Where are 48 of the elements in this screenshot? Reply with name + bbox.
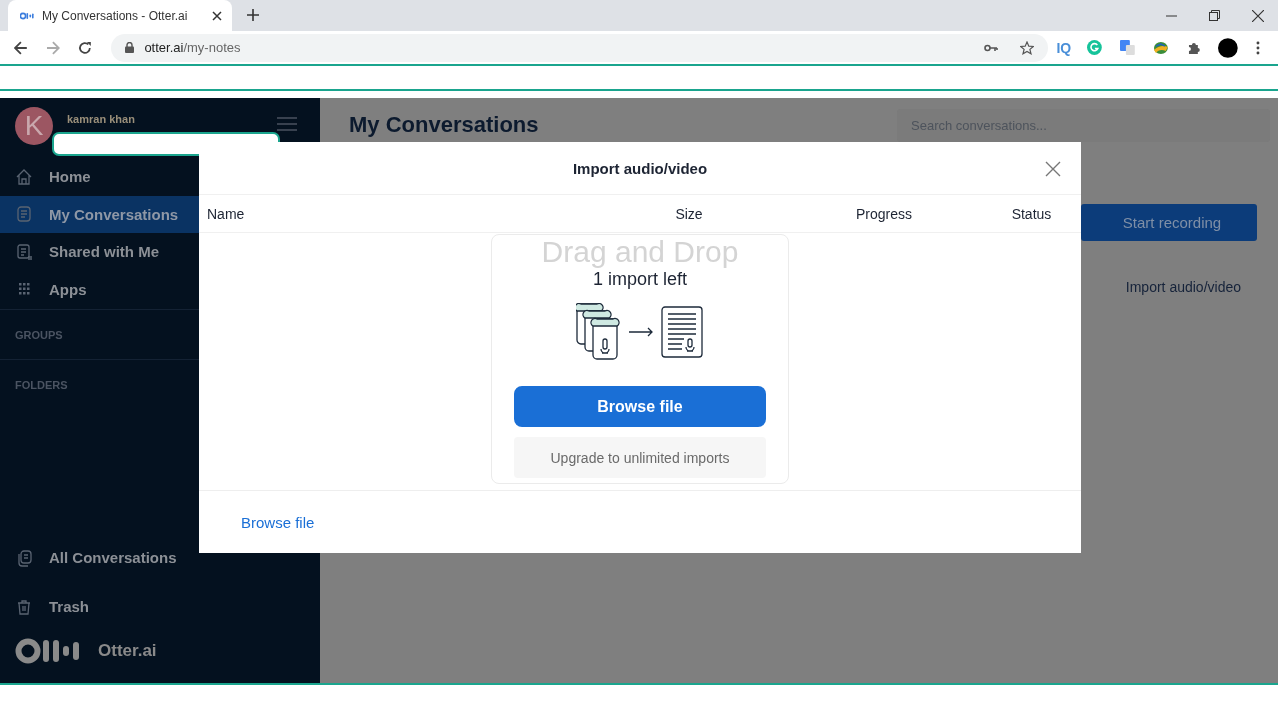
nav-label: Home: [49, 168, 91, 186]
browser-tab[interactable]: My Conversations - Otter.ai: [8, 0, 232, 31]
back-icon[interactable]: [14, 40, 28, 55]
nav-label: Apps: [49, 280, 87, 298]
shared-document-icon: [15, 242, 33, 261]
profile-avatar-icon[interactable]: [1218, 37, 1239, 58]
user-name: kamran khan: [67, 113, 135, 125]
column-header: Size: [674, 205, 704, 222]
close-icon[interactable]: [212, 10, 222, 21]
lock-icon: [125, 42, 135, 53]
menu-icon[interactable]: [1256, 40, 1260, 55]
page-title: My Conversations: [349, 112, 539, 138]
import-link[interactable]: Import audio/video: [1125, 279, 1241, 295]
nav-item[interactable]: Home: [0, 158, 320, 196]
imports-left-label: 1 import left: [592, 269, 687, 289]
extension-button[interactable]: IQ: [1056, 39, 1072, 56]
nav-item[interactable]: Apps: [0, 270, 320, 308]
nav-item[interactable]: Shared with Me: [0, 233, 320, 271]
key-icon[interactable]: [984, 43, 999, 52]
upgrade-button[interactable]: Upgrade to unlimited imports: [514, 437, 766, 478]
close-icon[interactable]: [1252, 9, 1264, 22]
browse-file-button[interactable]: Browse file: [514, 386, 766, 427]
puzzle-icon[interactable]: [1186, 40, 1201, 55]
trash-icon: [15, 597, 33, 616]
start-recording-button[interactable]: Start recording: [1081, 204, 1257, 241]
reload-icon[interactable]: [77, 40, 92, 55]
star-icon[interactable]: [1020, 40, 1035, 55]
minimize-icon[interactable]: [1166, 14, 1177, 17]
brand-name: Otter.ai: [98, 641, 157, 661]
nav-link[interactable]: All Conversations: [49, 549, 177, 566]
dialog-title: Import audio/video: [572, 159, 708, 177]
restore-icon[interactable]: [1209, 10, 1220, 21]
otter-favicon-icon: [20, 11, 34, 20]
documents-icon: [15, 548, 33, 567]
nav-link[interactable]: Trash: [49, 598, 90, 615]
translate-icon[interactable]: [1119, 40, 1135, 55]
document-icon: [15, 205, 33, 224]
tab-title: My Conversations - Otter.ai: [42, 8, 189, 23]
nav-label: My Conversations: [49, 205, 179, 223]
column-header: Status: [1010, 205, 1053, 222]
column-header: Name: [206, 205, 246, 222]
nav-label: Shared with Me: [49, 243, 160, 261]
globe-icon[interactable]: [1152, 40, 1169, 55]
browse-file-link[interactable]: Browse file: [241, 513, 315, 531]
new-tab-icon[interactable]: [247, 9, 259, 21]
column-header: Progress: [855, 205, 913, 222]
address-bar[interactable]: otter.ai/my-notes: [111, 33, 1049, 62]
home-icon: [15, 167, 33, 186]
